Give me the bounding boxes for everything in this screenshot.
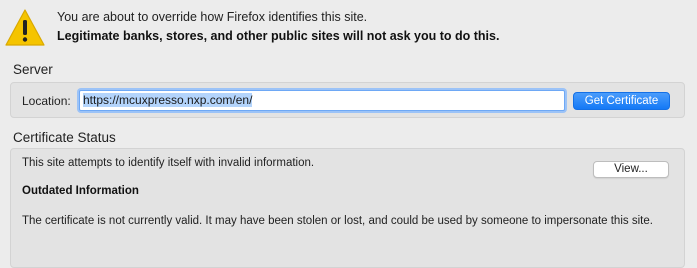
location-input[interactable]: https://mcuxpresso.nxp.com/en/ <box>79 90 565 111</box>
get-certificate-button[interactable]: Get Certificate <box>573 92 670 110</box>
certificate-status-panel: This site attempts to identify itself wi… <box>10 148 685 268</box>
status-text: This site attempts to identify itself wi… <box>22 157 315 169</box>
location-label: Location: <box>22 94 71 108</box>
warning-message: You are about to override how Firefox id… <box>57 10 368 24</box>
certificate-status-title: Certificate Status <box>13 130 116 145</box>
server-panel: Location: https://mcuxpresso.nxp.com/en/… <box>10 82 685 118</box>
issue-detail: The certificate is not currently valid. … <box>22 215 653 227</box>
warning-icon <box>5 9 45 46</box>
warning-emphasis: Legitimate banks, stores, and other publ… <box>57 29 500 43</box>
issue-heading: Outdated Information <box>22 185 139 197</box>
server-section-title: Server <box>13 62 53 77</box>
location-input-value: https://mcuxpresso.nxp.com/en/ <box>83 93 253 107</box>
view-button[interactable]: View... <box>593 161 669 178</box>
